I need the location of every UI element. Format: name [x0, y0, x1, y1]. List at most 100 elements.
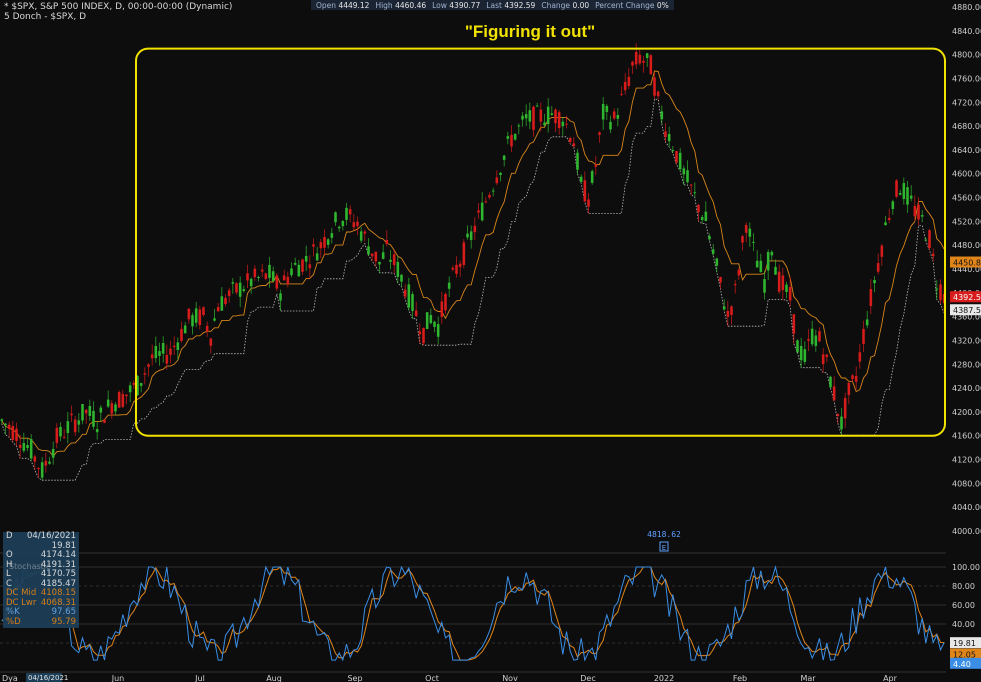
candle-body[interactable]: [781, 275, 785, 291]
candle-body[interactable]: [143, 373, 147, 375]
candle-body[interactable]: [73, 419, 77, 433]
candle-body[interactable]: [95, 429, 99, 433]
candle-body[interactable]: [818, 331, 821, 342]
candle-body[interactable]: [807, 339, 810, 341]
candle-body[interactable]: [488, 194, 491, 198]
candle-body[interactable]: [862, 329, 865, 344]
candle-body[interactable]: [172, 345, 176, 348]
candle-body[interactable]: [70, 413, 73, 416]
candle-body[interactable]: [180, 328, 183, 341]
candle-body[interactable]: [521, 115, 524, 120]
candle-body[interactable]: [788, 287, 792, 301]
candle-body[interactable]: [22, 443, 26, 451]
candle-body[interactable]: [510, 134, 513, 147]
candle-body[interactable]: [224, 297, 227, 305]
candle-body[interactable]: [282, 275, 286, 281]
candle-body[interactable]: [125, 394, 128, 397]
candle-body[interactable]: [15, 428, 18, 441]
candle-body[interactable]: [671, 149, 675, 151]
candle-body[interactable]: [612, 111, 616, 119]
candle-body[interactable]: [359, 231, 363, 241]
candle-body[interactable]: [367, 246, 370, 255]
candle-body[interactable]: [385, 240, 389, 245]
candle-body[interactable]: [275, 275, 279, 289]
candle-body[interactable]: [796, 340, 799, 353]
candle-body[interactable]: [836, 413, 840, 416]
candle-body[interactable]: [785, 284, 788, 292]
candle-body[interactable]: [792, 314, 796, 334]
candle-body[interactable]: [356, 221, 359, 226]
candle-body[interactable]: [880, 245, 884, 257]
candle-body[interactable]: [106, 399, 110, 407]
candle-body[interactable]: [711, 249, 715, 254]
candle-body[interactable]: [191, 315, 194, 327]
candle-body[interactable]: [928, 230, 931, 249]
candle-body[interactable]: [363, 231, 367, 234]
candle-body[interactable]: [242, 289, 246, 292]
candle-body[interactable]: [895, 180, 898, 197]
candle-body[interactable]: [722, 306, 726, 310]
candle-body[interactable]: [216, 306, 220, 312]
candle-body[interactable]: [7, 424, 11, 429]
candle-body[interactable]: [231, 282, 235, 284]
chart-area[interactable]: 4000.00 4040.00 4080.00 4120.00 4160.00 4200.…: [0, 0, 981, 682]
candle-body[interactable]: [939, 284, 942, 301]
candle-body[interactable]: [0, 419, 4, 422]
candle-body[interactable]: [352, 222, 356, 228]
candle-body[interactable]: [748, 228, 752, 237]
candle-body[interactable]: [821, 354, 825, 364]
candle-body[interactable]: [590, 171, 594, 183]
candle-body[interactable]: [158, 351, 161, 356]
candle-body[interactable]: [851, 375, 854, 380]
candle-body[interactable]: [469, 231, 473, 240]
candle-body[interactable]: [854, 375, 858, 382]
candle-body[interactable]: [763, 279, 766, 293]
candle-body[interactable]: [11, 426, 15, 440]
candle-body[interactable]: [378, 261, 381, 265]
candle-body[interactable]: [660, 111, 664, 120]
candle-body[interactable]: [440, 301, 444, 317]
candle-body[interactable]: [906, 187, 909, 205]
candle-body[interactable]: [238, 282, 242, 297]
candle-body[interactable]: [587, 199, 590, 207]
candle-body[interactable]: [249, 278, 253, 287]
candle-body[interactable]: [341, 220, 345, 227]
candle-body[interactable]: [279, 293, 282, 301]
candle-body[interactable]: [902, 183, 906, 200]
candle-body[interactable]: [99, 407, 103, 413]
candle-body[interactable]: [686, 170, 689, 183]
candle-body[interactable]: [370, 253, 374, 257]
candle-body[interactable]: [301, 259, 304, 272]
candle-body[interactable]: [40, 462, 44, 478]
candle-body[interactable]: [411, 294, 414, 311]
candle-body[interactable]: [422, 327, 425, 344]
candle-body[interactable]: [235, 283, 238, 293]
candle-body[interactable]: [513, 133, 517, 140]
candle-body[interactable]: [873, 280, 876, 284]
candle-body[interactable]: [561, 121, 565, 127]
candle-body[interactable]: [598, 132, 601, 135]
candle-body[interactable]: [532, 106, 535, 130]
candle-body[interactable]: [865, 319, 869, 326]
candle-body[interactable]: [114, 404, 117, 412]
candle-body[interactable]: [315, 253, 319, 261]
candle-body[interactable]: [689, 184, 693, 186]
candle-body[interactable]: [348, 209, 352, 215]
candle-body[interactable]: [308, 264, 312, 269]
candle-body[interactable]: [814, 335, 818, 346]
candle-body[interactable]: [583, 180, 587, 202]
candle-body[interactable]: [913, 205, 917, 217]
candle-body[interactable]: [744, 224, 748, 233]
candle-body[interactable]: [117, 392, 121, 408]
candle-body[interactable]: [81, 404, 84, 421]
candle-body[interactable]: [752, 241, 755, 243]
candle-body[interactable]: [891, 201, 895, 209]
candle-body[interactable]: [693, 192, 697, 194]
candle-body[interactable]: [205, 325, 209, 332]
candle-body[interactable]: [4, 423, 7, 426]
candle-body[interactable]: [403, 289, 407, 297]
candle-body[interactable]: [220, 296, 224, 311]
candle-body[interactable]: [730, 306, 733, 316]
candle-body[interactable]: [447, 282, 451, 289]
candle-body[interactable]: [187, 308, 191, 320]
